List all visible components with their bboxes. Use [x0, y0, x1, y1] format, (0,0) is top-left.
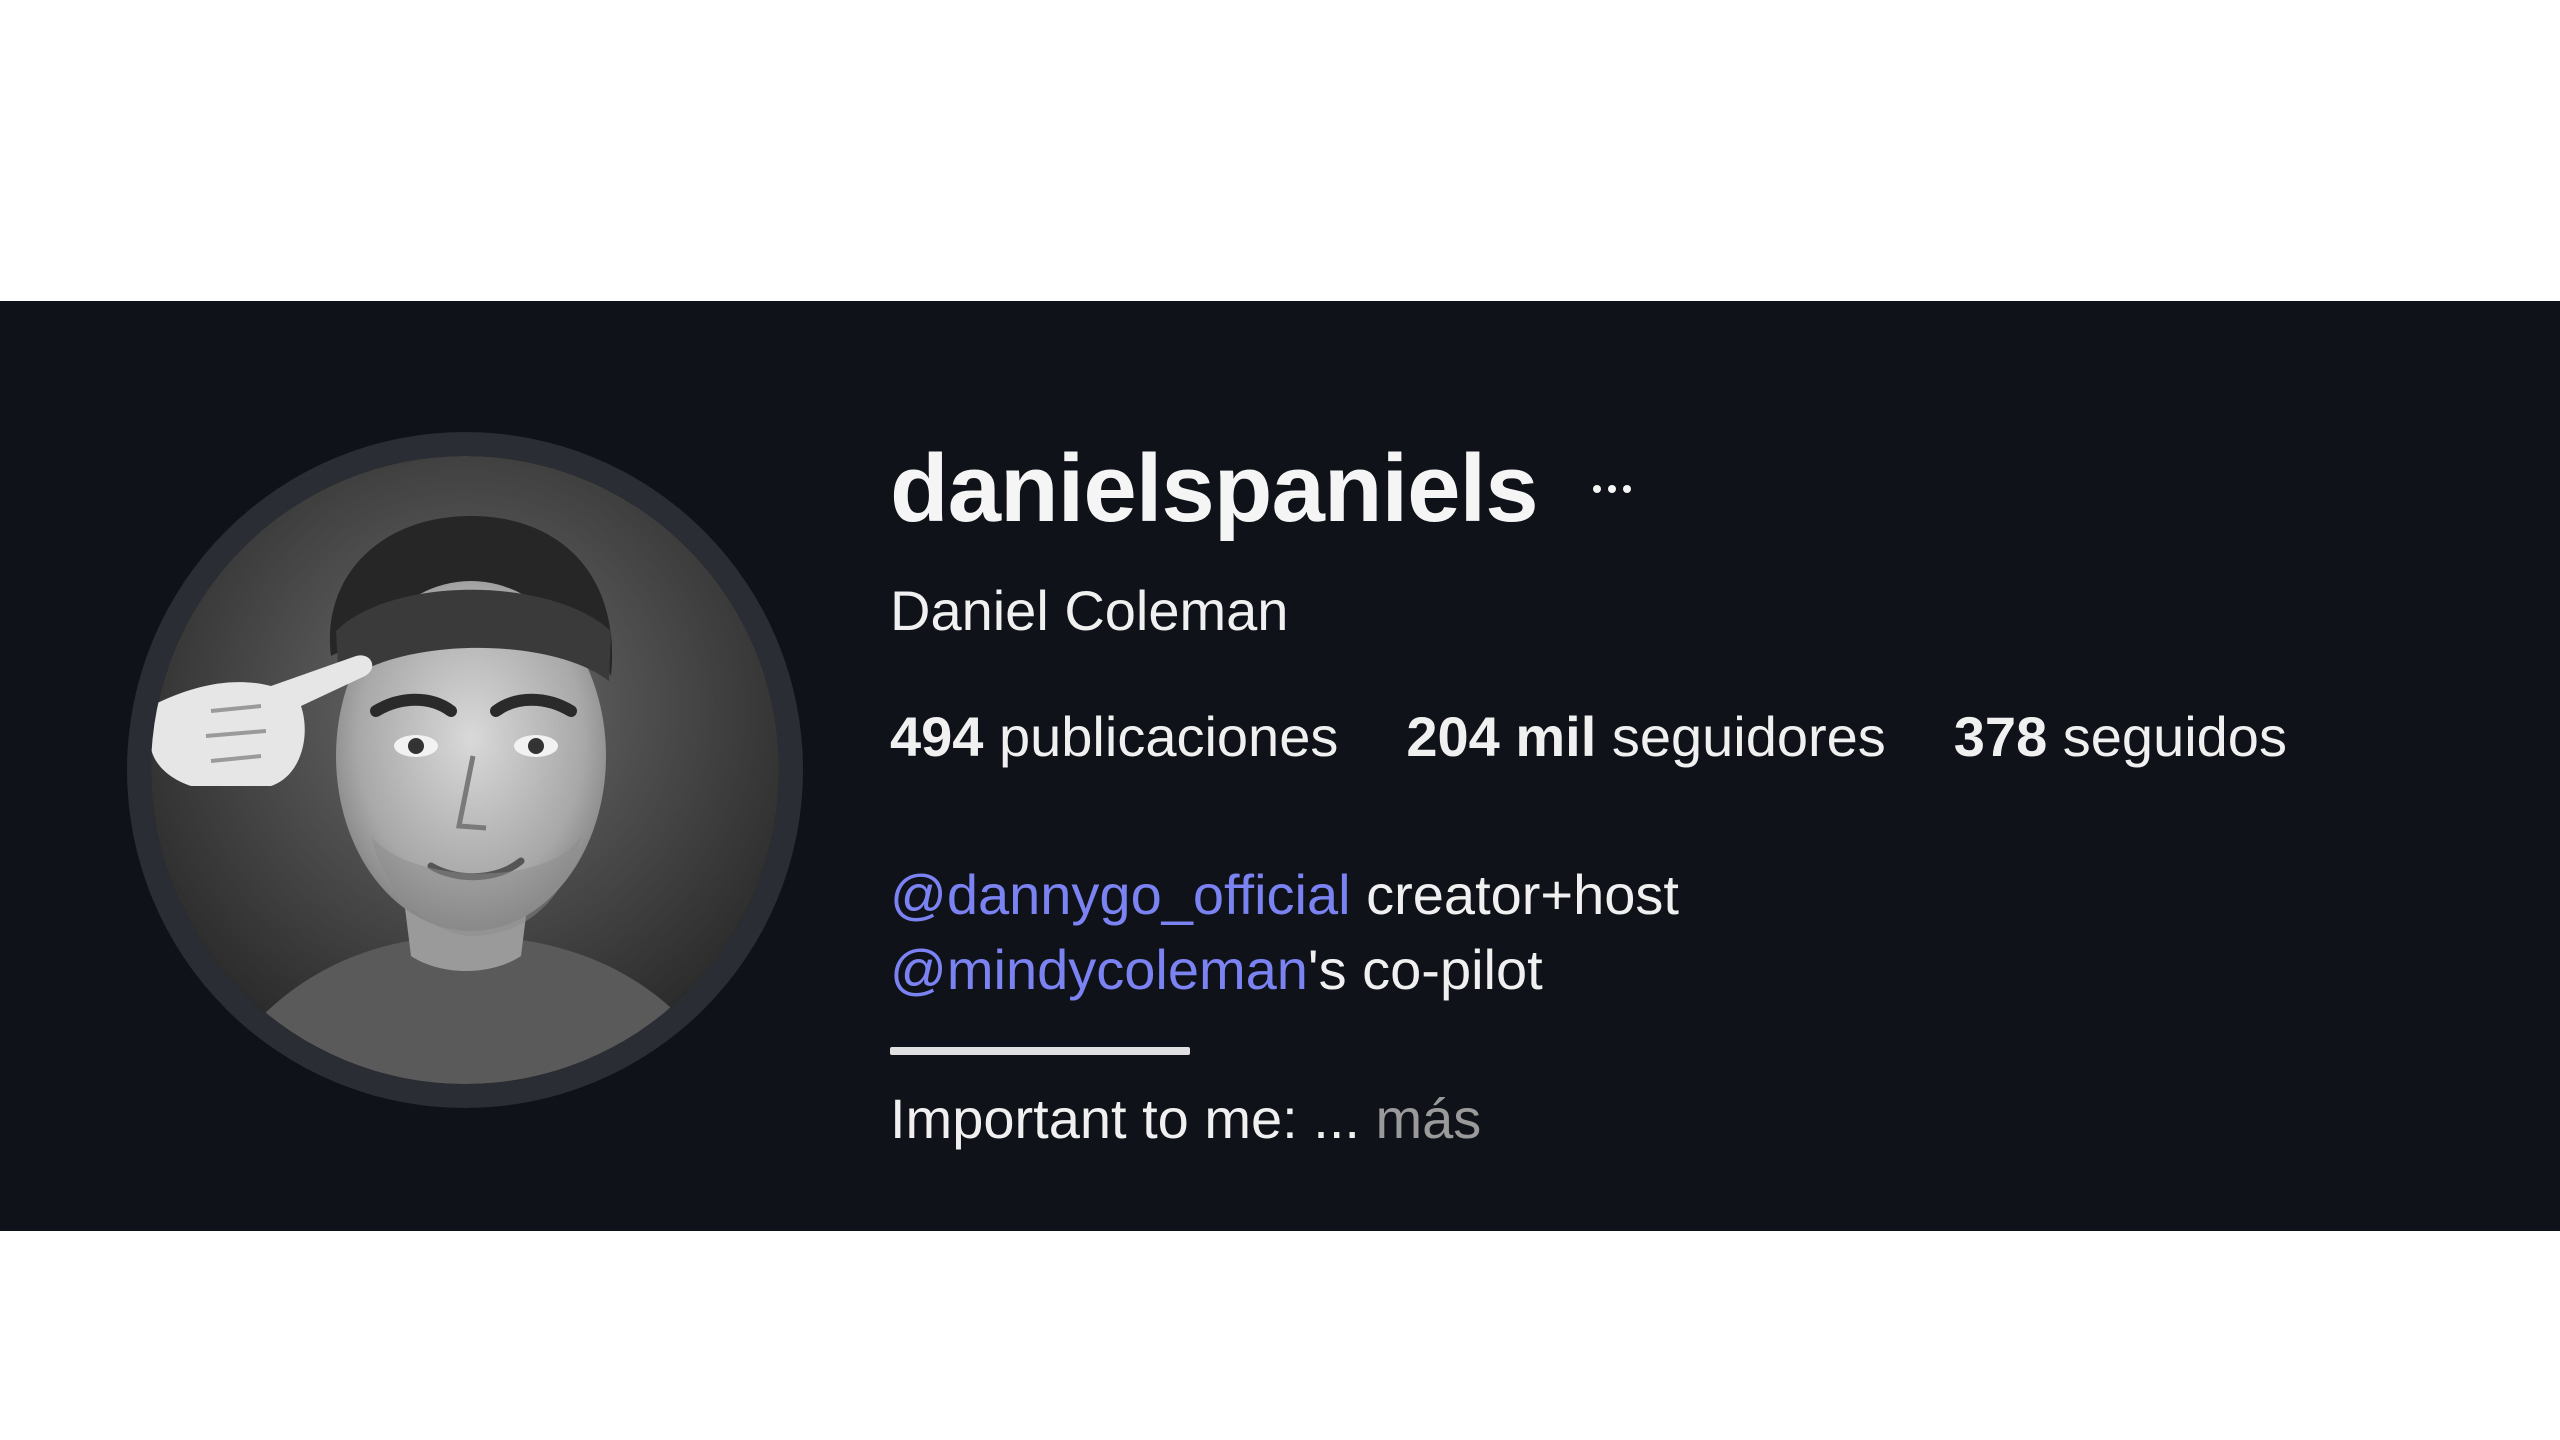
following-stat[interactable]: 378 seguidos: [1954, 709, 2287, 765]
bio-text-1: creator+host: [1350, 863, 1679, 926]
profile-header: danielspaniels Daniel Coleman 494 public…: [0, 301, 2560, 1231]
posts-stat[interactable]: 494 publicaciones: [890, 709, 1338, 765]
username-row: danielspaniels: [890, 441, 1642, 537]
ellipsis-icon: [1592, 485, 1631, 493]
posts-label: publicaciones: [999, 705, 1339, 768]
bio-line-3: Important to me: ... más: [890, 1091, 1481, 1147]
posts-count: 494: [890, 705, 984, 768]
profile-stats: 494 publicaciones 204 mil seguidores 378…: [890, 709, 2287, 765]
avatar-photo: [151, 456, 779, 1084]
mention-link-mindycoleman[interactable]: @mindycoleman: [890, 938, 1308, 1001]
following-label: seguidos: [2062, 705, 2287, 768]
bio-text-2: 's co-pilot: [1307, 938, 1543, 1001]
full-name: Daniel Coleman: [890, 579, 1289, 642]
following-count: 378: [1953, 705, 2048, 768]
bio-line-1: @dannygo_official creator+host: [890, 867, 1679, 923]
page-canvas: danielspaniels Daniel Coleman 494 public…: [0, 0, 2560, 1440]
mention-link-dannygo[interactable]: @dannygo_official: [890, 863, 1351, 926]
username[interactable]: danielspaniels: [890, 441, 1539, 537]
bio-text-3: Important to me: ...: [890, 1087, 1376, 1150]
avatar-ring: [127, 432, 803, 1108]
avatar[interactable]: [151, 456, 779, 1084]
followers-label: seguidores: [1611, 705, 1886, 768]
bio-line-2: @mindycoleman's co-pilot: [890, 942, 1543, 998]
more-options-button[interactable]: [1582, 469, 1642, 509]
followers-count: 204 mil: [1406, 705, 1597, 768]
bio-divider: [890, 1047, 1190, 1055]
bio-more-link[interactable]: más: [1376, 1087, 1482, 1150]
followers-stat[interactable]: 204 mil seguidores: [1406, 709, 1885, 765]
